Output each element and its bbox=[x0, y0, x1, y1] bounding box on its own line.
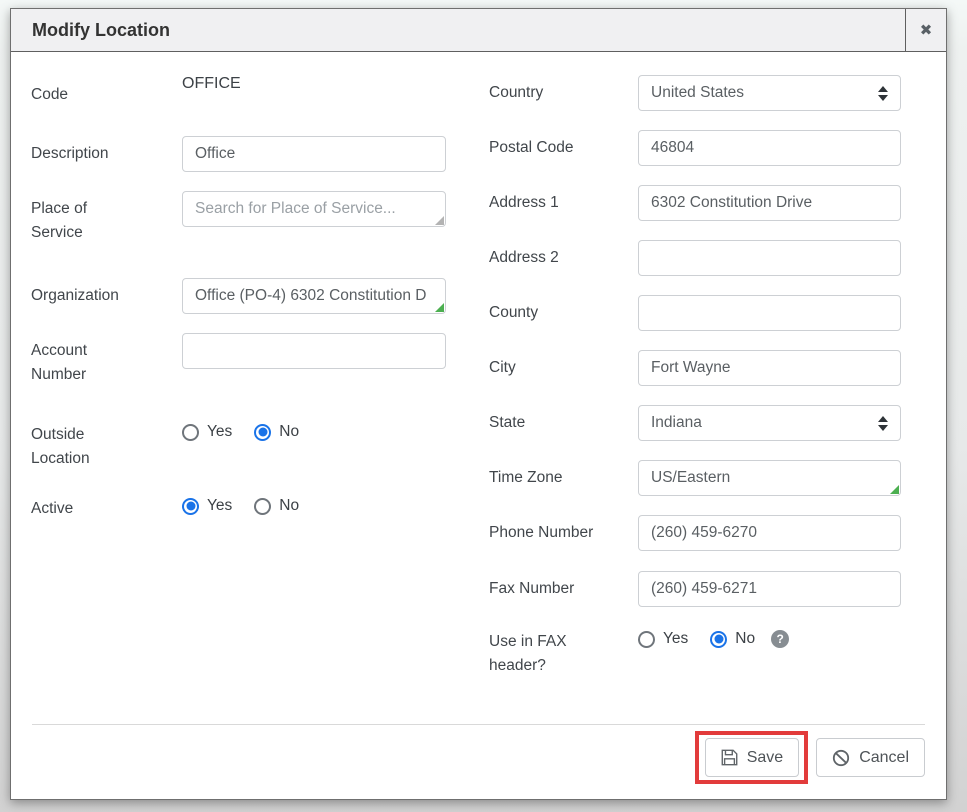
outside-location-yes-label: Yes bbox=[207, 423, 232, 441]
active-radio-group: Yes No bbox=[182, 497, 446, 515]
outside-location-no-option[interactable]: No bbox=[254, 423, 299, 441]
outside-location-label: Outside Location bbox=[31, 423, 136, 471]
radio-unchecked-icon bbox=[638, 631, 655, 648]
country-value: United States bbox=[651, 84, 870, 102]
city-input[interactable] bbox=[638, 350, 901, 386]
help-icon[interactable]: ? bbox=[771, 630, 789, 648]
unfold-arrows-icon bbox=[878, 86, 888, 101]
dialog-header: Modify Location ✖ bbox=[11, 9, 946, 52]
description-input[interactable] bbox=[182, 136, 446, 172]
active-yes-label: Yes bbox=[207, 497, 232, 515]
field-row-time-zone: Time Zone US/Eastern bbox=[489, 460, 903, 496]
time-zone-label: Time Zone bbox=[489, 460, 614, 490]
organization-select[interactable]: Office (PO-4) 6302 Constitution D bbox=[182, 278, 446, 314]
cancel-button-label: Cancel bbox=[859, 749, 909, 767]
organization-label: Organization bbox=[31, 278, 136, 308]
field-row-code: Code OFFICE bbox=[31, 77, 461, 107]
use-in-fax-header-no-option[interactable]: No bbox=[710, 630, 755, 648]
form-column-left: Code OFFICE Description Place of Service… bbox=[31, 77, 461, 521]
address1-input[interactable] bbox=[638, 185, 901, 221]
phone-number-label: Phone Number bbox=[489, 515, 614, 545]
place-of-service-label: Place of Service bbox=[31, 191, 136, 245]
state-select[interactable]: Indiana bbox=[638, 405, 901, 441]
field-row-address1: Address 1 bbox=[489, 185, 903, 221]
active-no-option[interactable]: No bbox=[254, 497, 299, 515]
field-row-active: Active Yes No bbox=[31, 497, 461, 521]
radio-checked-icon bbox=[254, 424, 271, 441]
city-label: City bbox=[489, 350, 614, 380]
radio-checked-icon bbox=[710, 631, 727, 648]
field-row-country: Country United States bbox=[489, 75, 903, 111]
use-in-fax-header-label: Use in FAX header? bbox=[489, 630, 614, 678]
account-number-label: Account Number bbox=[31, 333, 136, 387]
fax-number-input[interactable] bbox=[638, 571, 901, 607]
field-row-fax-number: Fax Number bbox=[489, 571, 903, 607]
address1-label: Address 1 bbox=[489, 185, 614, 215]
radio-unchecked-icon bbox=[254, 498, 271, 515]
phone-number-input[interactable] bbox=[638, 515, 901, 551]
county-label: County bbox=[489, 295, 614, 325]
dialog-title: Modify Location bbox=[11, 20, 905, 41]
organization-value: Office (PO-4) 6302 Constitution D bbox=[195, 287, 433, 305]
field-row-state: State Indiana bbox=[489, 405, 903, 441]
outside-location-yes-option[interactable]: Yes bbox=[182, 423, 232, 441]
form-column-right: Country United States Postal Code Addres… bbox=[489, 75, 903, 678]
radio-checked-icon bbox=[182, 498, 199, 515]
active-label: Active bbox=[31, 497, 136, 521]
field-row-county: County bbox=[489, 295, 903, 331]
description-label: Description bbox=[31, 136, 136, 166]
use-in-fax-header-no-label: No bbox=[735, 630, 755, 648]
state-label: State bbox=[489, 405, 614, 435]
place-of-service-input[interactable] bbox=[182, 191, 446, 227]
field-row-organization: Organization Office (PO-4) 6302 Constitu… bbox=[31, 278, 461, 314]
use-in-fax-header-yes-label: Yes bbox=[663, 630, 688, 648]
country-label: Country bbox=[489, 75, 614, 105]
field-row-city: City bbox=[489, 350, 903, 386]
active-no-label: No bbox=[279, 497, 299, 515]
cancel-ban-icon bbox=[832, 749, 850, 767]
field-row-phone-number: Phone Number bbox=[489, 515, 903, 551]
close-button[interactable]: ✖ bbox=[905, 9, 946, 51]
fax-number-label: Fax Number bbox=[489, 571, 614, 601]
save-button[interactable]: Save bbox=[705, 738, 799, 777]
postal-code-input[interactable] bbox=[638, 130, 901, 166]
save-button-label: Save bbox=[747, 749, 783, 767]
use-in-fax-header-radio-group: Yes No ? bbox=[638, 630, 901, 648]
code-value: OFFICE bbox=[182, 73, 446, 95]
field-row-outside-location: Outside Location Yes No bbox=[31, 423, 461, 471]
code-label: Code bbox=[31, 77, 136, 107]
use-in-fax-header-yes-option[interactable]: Yes bbox=[638, 630, 688, 648]
field-row-place-of-service: Place of Service bbox=[31, 191, 461, 245]
field-row-postal-code: Postal Code bbox=[489, 130, 903, 166]
radio-unchecked-icon bbox=[182, 424, 199, 441]
help-glyph: ? bbox=[776, 632, 783, 646]
postal-code-label: Postal Code bbox=[489, 130, 614, 160]
field-row-use-in-fax-header: Use in FAX header? Yes No ? bbox=[489, 630, 903, 678]
active-yes-option[interactable]: Yes bbox=[182, 497, 232, 515]
account-number-input[interactable] bbox=[182, 333, 446, 369]
close-icon: ✖ bbox=[920, 21, 933, 39]
time-zone-value: US/Eastern bbox=[651, 469, 888, 487]
field-row-address2: Address 2 bbox=[489, 240, 903, 276]
cancel-button[interactable]: Cancel bbox=[816, 738, 925, 777]
dialog-footer: Save Cancel bbox=[11, 724, 946, 777]
outside-location-radio-group: Yes No bbox=[182, 423, 446, 441]
address2-label: Address 2 bbox=[489, 240, 614, 270]
unfold-arrows-icon bbox=[878, 416, 888, 431]
outside-location-no-label: No bbox=[279, 423, 299, 441]
time-zone-select[interactable]: US/Eastern bbox=[638, 460, 901, 496]
save-floppy-icon bbox=[721, 749, 738, 766]
county-input[interactable] bbox=[638, 295, 901, 331]
state-value: Indiana bbox=[651, 414, 870, 432]
field-row-description: Description bbox=[31, 136, 461, 172]
modify-location-dialog: Modify Location ✖ Code OFFICE Descriptio… bbox=[10, 8, 947, 800]
country-select[interactable]: United States bbox=[638, 75, 901, 111]
field-row-account-number: Account Number bbox=[31, 333, 461, 387]
address2-input[interactable] bbox=[638, 240, 901, 276]
